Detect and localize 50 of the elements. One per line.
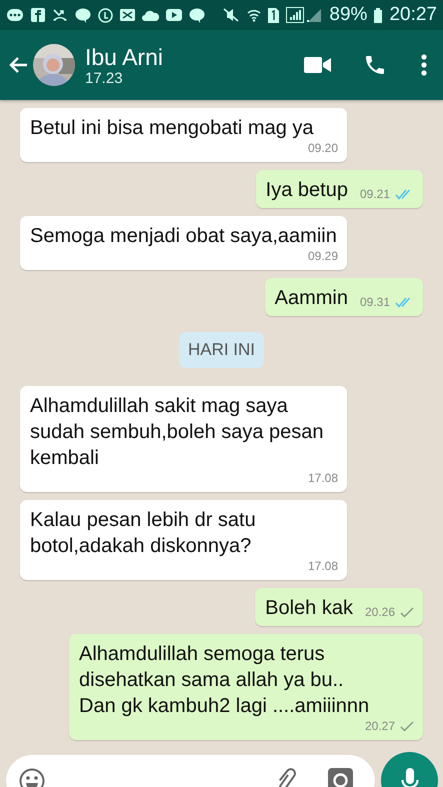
sim-icon: [268, 8, 280, 22]
contact-name[interactable]: Ibu Arni: [85, 44, 304, 70]
camera-icon[interactable]: [328, 768, 353, 787]
cloud-icon: [142, 10, 159, 20]
microphone-icon: [400, 766, 418, 787]
message-time: 20.27: [364, 719, 395, 733]
battery-icon: [374, 8, 382, 22]
message-text: Iya betup: [266, 178, 348, 203]
clock-time: 20:27: [389, 4, 437, 26]
date-label: HARI INI: [178, 332, 264, 368]
mute-icon: [222, 8, 240, 22]
square-letter-icon: [31, 8, 45, 22]
outgoing-message[interactable]: Alhamdulillah semoga terus disehatkan sama allah ya bu.. Dan gk kambuh2 lagi ....amiiinnn 20.27: [69, 634, 423, 740]
message-time: 09.29: [308, 249, 338, 263]
back-arrow-icon[interactable]: [8, 56, 28, 74]
envelope-icon: [120, 9, 135, 21]
message-time: 09.21: [360, 187, 390, 201]
message-text: Boleh kak: [265, 596, 353, 621]
play-icon: [166, 9, 182, 21]
signal-icon: [286, 7, 322, 23]
message-text: Kalau pesan lebih dr satu botol,adakah diskonnya?: [30, 508, 257, 559]
chat-notification-icon: [6, 8, 24, 22]
message-time: 17.08: [308, 559, 338, 573]
wifi-icon: [247, 8, 262, 22]
last-seen-time: 17.23: [85, 70, 124, 86]
outgoing-message[interactable]: Boleh kak 20.26: [255, 588, 423, 626]
speech-bubble-icon: [75, 8, 91, 22]
video-call-icon[interactable]: [304, 56, 331, 74]
message-time: 09.31: [360, 295, 390, 309]
more-options-icon[interactable]: [421, 54, 427, 76]
battery-percent: 89%: [329, 4, 368, 26]
message-time: 20.26: [364, 605, 395, 619]
circle-letter-icon: [98, 8, 113, 22]
speech-bubble-icon: [189, 8, 205, 22]
missed-call-icon: [52, 8, 68, 22]
message-text: Aammin: [274, 286, 348, 311]
outgoing-message[interactable]: Aammin 09.31: [264, 278, 423, 316]
message-text: Semoga menjadi obat saya,aamiin: [30, 224, 337, 249]
incoming-message[interactable]: Semoga menjadi obat saya,aamiin 09.29: [20, 216, 347, 270]
phone-icon[interactable]: [363, 53, 387, 77]
message-time: 17.08: [308, 471, 338, 485]
message-text: Betul ini bisa mengobati mag ya: [30, 116, 314, 141]
incoming-message[interactable]: Betul ini bisa mengobati mag ya 09.20: [20, 108, 347, 162]
message-text: Alhamdulillah sakit mag saya sudah sembuh,boleh saya pesan kembali: [30, 394, 325, 471]
smiley-icon[interactable]: [19, 768, 45, 787]
message-text: Alhamdulillah semoga terus disehatkan sama allah ya bu.. Dan gk kambuh2 lagi ....amiiinnn: [79, 642, 370, 719]
message-time: 09.20: [308, 141, 338, 155]
incoming-message[interactable]: Alhamdulillah sakit mag saya sudah sembuh,boleh saya pesan kembali 17.08: [20, 386, 347, 492]
incoming-message[interactable]: Kalau pesan lebih dr satu botol,adakah diskonnya? 17.08: [20, 500, 347, 580]
outgoing-message[interactable]: Iya betup 09.21: [256, 170, 423, 208]
